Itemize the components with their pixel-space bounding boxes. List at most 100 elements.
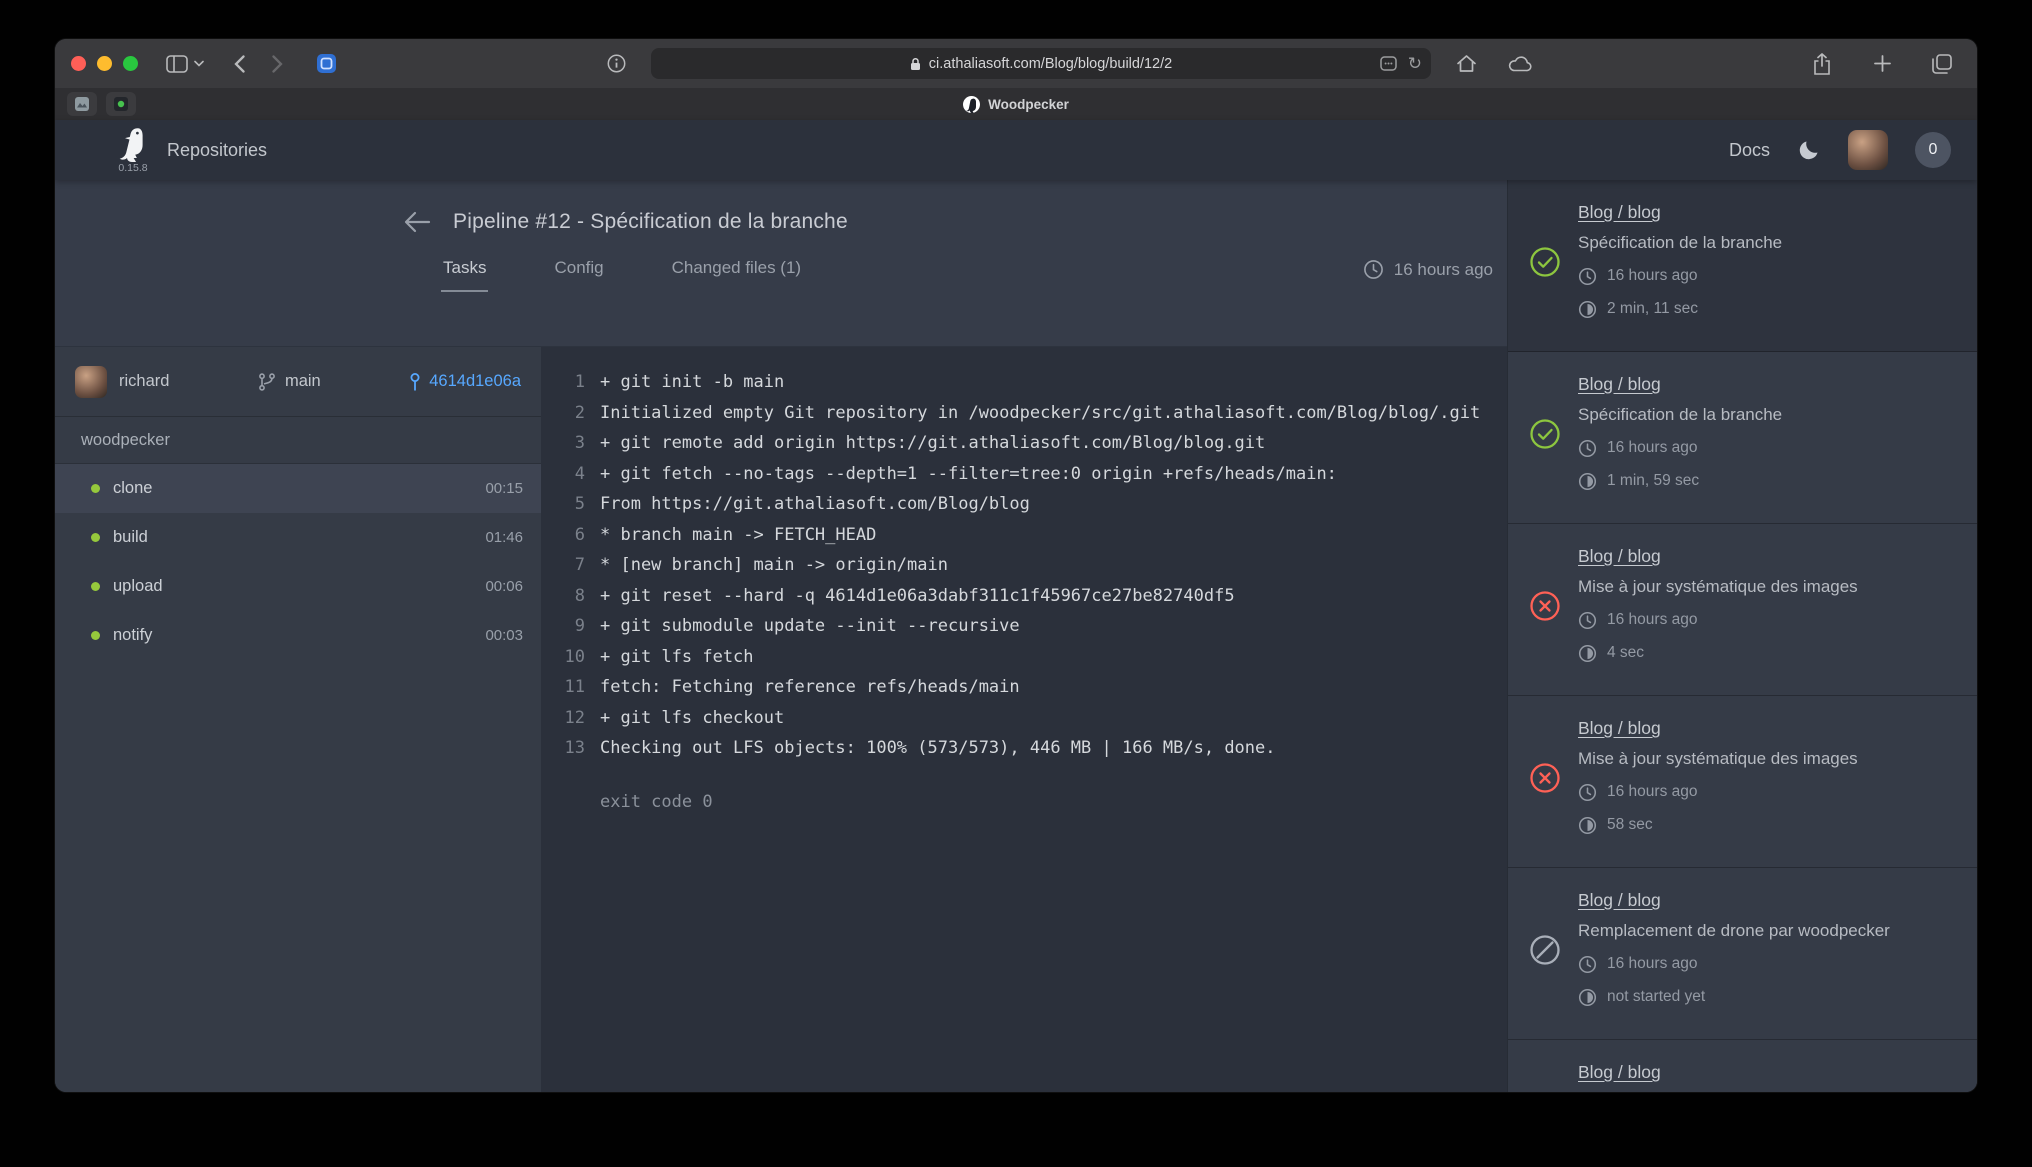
step-status-dot [91, 533, 100, 542]
workflow-group-label: woodpecker [55, 417, 541, 464]
back-arrow-icon[interactable] [403, 210, 431, 234]
log-line-text: + git lfs checkout [585, 703, 784, 734]
docs-link[interactable]: Docs [1729, 140, 1770, 161]
build-message: Spécification de la branche [1578, 403, 1959, 427]
repo-link[interactable]: Blog / blog [1578, 888, 1661, 912]
log-line-number: 10 [541, 642, 585, 673]
log-line: 4 + git fetch --no-tags --depth=1 --filt… [541, 459, 1507, 490]
active-browser-tab[interactable]: Woodpecker [55, 88, 1977, 120]
builds-sidebar: Blog / blog Spécification de la branche … [1507, 180, 1977, 1092]
repo-link[interactable]: Blog / blog [1578, 1060, 1661, 1084]
clock-icon [1578, 611, 1597, 630]
log-line-number: 5 [541, 489, 585, 520]
build-message: Spécification de la branche [1578, 231, 1959, 255]
tab-overview-icon[interactable] [1928, 49, 1956, 79]
branch-info: main [257, 372, 321, 392]
build-duration-row: 58 sec [1578, 813, 1959, 837]
log-line: 10 + git lfs fetch [541, 642, 1507, 673]
log-line-number: 7 [541, 550, 585, 581]
zoom-window-button[interactable] [123, 56, 138, 71]
duration-icon [1578, 644, 1597, 663]
app-logo[interactable]: 0.15.8 [117, 127, 149, 174]
user-avatar[interactable] [1848, 130, 1888, 170]
chevron-down-icon[interactable] [192, 49, 206, 79]
build-status-icon [1529, 762, 1561, 794]
log-line-number: 4 [541, 459, 585, 490]
page-options-icon[interactable] [1380, 56, 1397, 71]
log-line-number: 3 [541, 428, 585, 459]
pipeline-header: Pipeline #12 - Spécification de la branc… [55, 180, 1507, 346]
home-icon[interactable] [1452, 49, 1480, 79]
info-icon[interactable] [602, 49, 630, 79]
log-line-text: Checking out LFS objects: 100% (573/573)… [585, 733, 1276, 764]
address-bar[interactable]: ci.athaliasoft.com/Blog/blog/build/12/2 … [651, 48, 1431, 79]
build-message: Remplacement de drone par woodpecker [1578, 919, 1959, 943]
log-line: 6 * branch main -> FETCH_HEAD [541, 520, 1507, 551]
commit-link[interactable]: 4614d1e06a [408, 372, 521, 392]
step-duration: 00:15 [485, 480, 523, 497]
log-line-text: + git fetch --no-tags --depth=1 --filter… [585, 459, 1337, 490]
log-line: 13 Checking out LFS objects: 100% (573/5… [541, 733, 1507, 764]
step-notify[interactable]: notify 00:03 [55, 611, 541, 660]
step-clone[interactable]: clone 00:15 [55, 464, 541, 513]
build-card[interactable]: Blog / blog Spécification de la branche … [1508, 180, 1977, 352]
app-body: Pipeline #12 - Spécification de la branc… [55, 180, 1977, 1092]
nav-repositories[interactable]: Repositories [167, 140, 267, 161]
dark-mode-toggle-icon[interactable] [1797, 138, 1821, 162]
build-card[interactable]: Blog / blog Mise à jour systématique des… [1508, 696, 1977, 868]
log-line-number: 6 [541, 520, 585, 551]
back-button[interactable] [225, 49, 253, 79]
repo-link[interactable]: Blog / blog [1578, 372, 1661, 396]
clock-icon [1578, 955, 1597, 974]
pipeline-time: 16 hours ago [1363, 259, 1493, 292]
steps-list: clone 00:15 build 01:46 upload 00:06 not… [55, 464, 541, 660]
build-duration-row: not started yet [1578, 985, 1959, 1009]
log-line: 11 fetch: Fetching reference refs/heads/… [541, 672, 1507, 703]
step-build[interactable]: build 01:46 [55, 513, 541, 562]
minimize-window-button[interactable] [97, 56, 112, 71]
step-duration: 01:46 [485, 529, 523, 546]
browser-toolbar: ci.athaliasoft.com/Blog/blog/build/12/2 … [55, 39, 1977, 88]
log-line: 7 * [new branch] main -> origin/main [541, 550, 1507, 581]
build-time-row: 16 hours ago [1578, 608, 1959, 632]
tabs-row: Tasks Config Changed files (1) 16 hours ag… [403, 258, 1493, 292]
build-message: Mise à jour systématique des images [1578, 575, 1959, 599]
log-line: 5 From https://git.athaliasoft.com/Blog/… [541, 489, 1507, 520]
build-card[interactable]: Blog / blog [1508, 1040, 1977, 1092]
build-time-row: 16 hours ago [1578, 780, 1959, 804]
clock-icon [1578, 267, 1597, 286]
cloud-icon[interactable] [1506, 49, 1534, 79]
build-time-row: 16 hours ago [1578, 952, 1959, 976]
clock-icon [1578, 783, 1597, 802]
close-window-button[interactable] [71, 56, 86, 71]
new-tab-icon[interactable] [1868, 49, 1896, 79]
share-icon[interactable] [1808, 49, 1836, 79]
log-line-text: + git remote add origin https://git.atha… [585, 428, 1265, 459]
build-time-row: 16 hours ago [1578, 264, 1959, 288]
notification-badge[interactable]: 0 [1915, 132, 1951, 168]
commit-author: richard [75, 366, 169, 398]
build-card[interactable]: Blog / blog Spécification de la branche … [1508, 352, 1977, 524]
step-name: notify [113, 626, 152, 645]
step-upload[interactable]: upload 00:06 [55, 562, 541, 611]
sidebar-toggle-icon[interactable] [163, 49, 191, 79]
build-card[interactable]: Blog / blog Mise à jour systématique des… [1508, 524, 1977, 696]
build-card[interactable]: Blog / blog Remplacement de drone par wo… [1508, 868, 1977, 1040]
tab-tasks[interactable]: Tasks [441, 258, 488, 292]
bookmark-app-icon[interactable] [312, 49, 340, 79]
forward-button[interactable] [263, 49, 291, 79]
repo-link[interactable]: Blog / blog [1578, 200, 1661, 224]
repo-link[interactable]: Blog / blog [1578, 544, 1661, 568]
tab-changed-files-1[interactable]: Changed files (1) [670, 258, 803, 292]
woodpecker-favicon [963, 96, 980, 113]
work-row: richard main [55, 346, 1507, 1092]
tab-config[interactable]: Config [552, 258, 605, 292]
repo-link[interactable]: Blog / blog [1578, 716, 1661, 740]
reload-icon[interactable]: ↻ [1408, 55, 1422, 72]
build-time-row: 16 hours ago [1578, 436, 1959, 460]
address-bar-actions: ↻ [1380, 55, 1422, 72]
tab-strip: Woodpecker [55, 88, 1977, 120]
log-line-text: * [new branch] main -> origin/main [585, 550, 948, 581]
log-line-number: 12 [541, 703, 585, 734]
log-line-text: + git submodule update --init --recursiv… [585, 611, 1020, 642]
